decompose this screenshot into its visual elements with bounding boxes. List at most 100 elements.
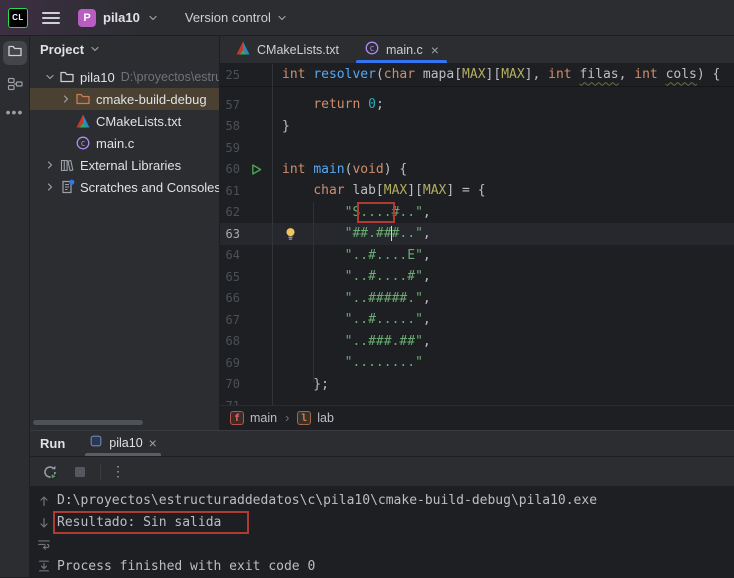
console[interactable]: D:\proyectos\estructuraddedatos\c\pila10… xyxy=(30,487,734,577)
svg-text:c: c xyxy=(369,44,374,54)
code-token: ] = { xyxy=(446,183,485,198)
code-line-62[interactable]: 62 "S....#..", xyxy=(220,202,734,224)
code-line-69[interactable]: 69 "........" xyxy=(220,352,734,374)
arrow-down-icon[interactable] xyxy=(30,512,57,534)
sticky-code-line[interactable]: 25int resolver(char mapa[MAX][MAX], int … xyxy=(220,64,734,86)
code-token: ) { xyxy=(697,67,720,82)
code-token: "S xyxy=(345,205,361,220)
code-line-65[interactable]: 65 "..#....#", xyxy=(220,266,734,288)
project-panel: Project pila10D:\proyectos\estructcmake-… xyxy=(30,36,220,430)
line-number: 58 xyxy=(220,119,240,133)
code-token: "........" xyxy=(345,355,423,370)
console-line: Process finished with exit code 0 xyxy=(57,556,597,578)
code-token: "..#....E" xyxy=(345,248,423,263)
code-token: char xyxy=(313,183,344,198)
code-line-66[interactable]: 66 "..#####.", xyxy=(220,288,734,310)
tree-item-main-c[interactable]: c main.c xyxy=(30,132,219,154)
code-token: , xyxy=(619,67,635,82)
code-area[interactable]: 57 return 0;58}5960int main(void) {61 ch… xyxy=(220,87,734,405)
code-token: #.." xyxy=(392,226,423,241)
code-line-58[interactable]: 58} xyxy=(220,116,734,138)
line-number: 65 xyxy=(220,270,240,284)
code-token: void xyxy=(352,162,383,177)
version-control-menu[interactable]: Version control xyxy=(185,10,288,25)
breadcrumb-main[interactable]: f main xyxy=(230,411,277,425)
project-selector[interactable]: P pila10 xyxy=(78,9,159,27)
cfile-icon: c xyxy=(74,135,92,151)
code-line-60[interactable]: 60int main(void) { xyxy=(220,159,734,181)
code-text: "..#.....", xyxy=(272,312,431,327)
code-token: MAX xyxy=(384,183,407,198)
tool-window-rail: ••• xyxy=(0,36,30,577)
tree-item-pila10[interactable]: pila10D:\proyectos\estruct xyxy=(30,66,219,88)
code-line-61[interactable]: 61 char lab[MAX][MAX] = { xyxy=(220,180,734,202)
chevron-down-icon[interactable] xyxy=(42,71,58,83)
code-line-57[interactable]: 57 return 0; xyxy=(220,94,734,116)
project-panel-header[interactable]: Project xyxy=(30,36,219,62)
code-token xyxy=(360,97,368,112)
code-line-64[interactable]: 64 "..#....E", xyxy=(220,245,734,267)
code-line-67[interactable]: 67 "..#.....", xyxy=(220,309,734,331)
tab-cmakelists[interactable]: CMakeLists.txt xyxy=(225,36,349,63)
code-line-59[interactable]: 59 xyxy=(220,137,734,159)
code-token: return xyxy=(313,97,360,112)
annotation-box: Resultado: Sin salida xyxy=(57,515,245,530)
breadcrumb-lab[interactable]: l lab xyxy=(297,411,334,425)
run-gutter-icon[interactable] xyxy=(240,163,272,176)
code-line-71[interactable]: 71 xyxy=(220,395,734,405)
tree-item-path-hint: D:\proyectos\estruct xyxy=(121,70,219,84)
chevron-right-icon[interactable] xyxy=(58,93,74,105)
code-token: main xyxy=(313,162,344,177)
code-token: MAX xyxy=(462,67,485,82)
code-token: ], xyxy=(525,67,548,82)
code-token: , xyxy=(423,312,431,327)
line-number: 67 xyxy=(220,313,240,327)
intention-bulb-icon[interactable] xyxy=(283,226,298,241)
tree-item-label: main.c xyxy=(96,136,134,151)
code-line-68[interactable]: 68 "..###.##", xyxy=(220,331,734,353)
run-toolbar: ⋮ xyxy=(30,457,734,487)
code-token xyxy=(282,97,313,112)
more-options-icon[interactable]: ⋮ xyxy=(111,463,125,480)
project-avatar: P xyxy=(78,9,96,27)
sticky-line[interactable]: 25int resolver(char mapa[MAX][MAX], int … xyxy=(220,64,734,87)
code-token: 0 xyxy=(368,97,376,112)
console-output: D:\proyectos\estructuraddedatos\c\pila10… xyxy=(57,487,597,577)
soft-wrap-icon[interactable] xyxy=(30,534,57,556)
close-tab-icon[interactable]: × xyxy=(149,435,157,451)
code-line-63[interactable]: 63 "##.###..", xyxy=(220,223,734,245)
code-line-70[interactable]: 70 }; xyxy=(220,374,734,396)
tree-item-scratches-and-consoles[interactable]: Scratches and Consoles xyxy=(30,176,219,198)
folder-build-icon xyxy=(74,91,92,107)
run-tab-pila10[interactable]: pila10 × xyxy=(85,434,161,456)
tree-item-label: Scratches and Consoles xyxy=(80,180,219,195)
editor: CMakeLists.txt c main.c × 25int resolver… xyxy=(220,36,734,430)
tab-main-c[interactable]: c main.c × xyxy=(354,36,449,63)
tree-item-external-libraries[interactable]: External Libraries xyxy=(30,154,219,176)
arrow-up-icon[interactable] xyxy=(30,490,57,512)
chevron-right-icon[interactable] xyxy=(42,159,58,171)
rerun-button[interactable] xyxy=(40,462,60,482)
console-line: D:\proyectos\estructuraddedatos\c\pila10… xyxy=(57,490,597,512)
project-tool-button[interactable] xyxy=(3,41,27,65)
code-text: } xyxy=(272,119,290,134)
code-token: mapa[ xyxy=(415,67,462,82)
line-number: 63 xyxy=(220,227,240,241)
code-token: #.." xyxy=(392,205,423,220)
stop-button[interactable] xyxy=(70,462,90,482)
code-token: ][ xyxy=(407,183,423,198)
structure-tool-button[interactable] xyxy=(3,74,27,98)
chevron-right-icon[interactable] xyxy=(42,181,58,193)
tree-item-cmakelists-txt[interactable]: CMakeLists.txt xyxy=(30,110,219,132)
clion-window: CL P pila10 Version control ••• Project … xyxy=(0,0,734,577)
close-tab-icon[interactable]: × xyxy=(431,42,439,58)
tree-item-label: CMakeLists.txt xyxy=(96,114,181,129)
tree-item-cmake-build-debug[interactable]: cmake-build-debug xyxy=(30,88,219,110)
hamburger-menu-icon[interactable] xyxy=(42,11,60,25)
editor-tabs: CMakeLists.txt c main.c × xyxy=(220,36,734,64)
scroll-end-icon[interactable] xyxy=(30,555,57,577)
console-line xyxy=(57,534,597,556)
console-line: Resultado: Sin salida xyxy=(57,512,597,534)
horizontal-scrollbar[interactable] xyxy=(33,420,143,425)
more-tools-button[interactable]: ••• xyxy=(6,107,24,117)
